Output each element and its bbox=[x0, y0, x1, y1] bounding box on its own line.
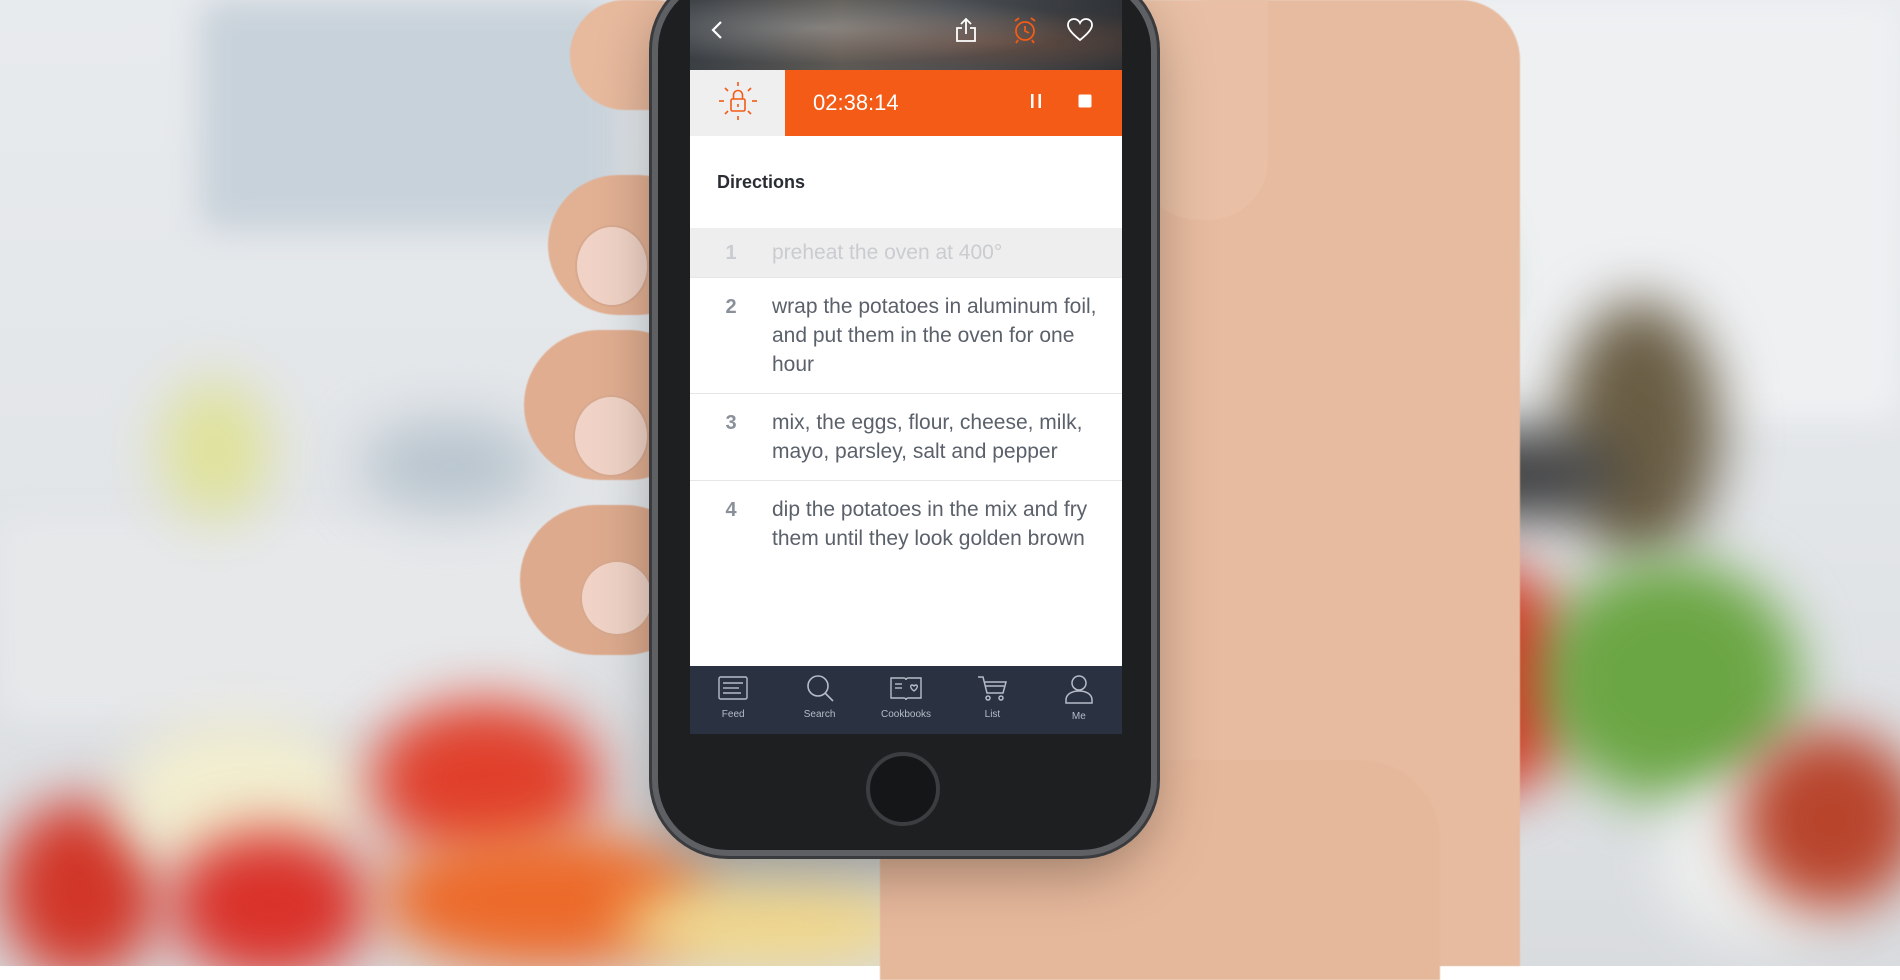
screen-lock-toggle[interactable] bbox=[690, 70, 785, 136]
direction-step[interactable]: 1 preheat the oven at 400° bbox=[690, 228, 1122, 278]
tab-label: Cookbooks bbox=[881, 709, 932, 720]
heart-icon[interactable] bbox=[1062, 12, 1098, 48]
timer-panel: 02:38:14 bbox=[785, 70, 1122, 136]
tab-list[interactable]: List bbox=[949, 666, 1035, 734]
lock-icon bbox=[716, 79, 760, 127]
cart-icon bbox=[976, 674, 1008, 706]
step-number: 4 bbox=[725, 499, 737, 521]
tab-label: List bbox=[984, 709, 1001, 720]
alarm-icon[interactable] bbox=[1007, 12, 1043, 48]
back-icon[interactable] bbox=[700, 12, 736, 48]
direction-step[interactable]: 4 dip the potatoes in the mix and fry th… bbox=[690, 481, 1122, 567]
share-icon[interactable] bbox=[948, 12, 984, 48]
step-text: preheat the oven at 400° bbox=[772, 241, 1003, 264]
step-number: 3 bbox=[725, 412, 737, 434]
search-icon bbox=[805, 674, 835, 706]
fingernail bbox=[580, 560, 654, 636]
tab-me[interactable]: Me bbox=[1036, 666, 1122, 734]
step-text: mix, the eggs, flour, cheese, milk, mayo… bbox=[772, 411, 1083, 463]
home-button[interactable] bbox=[866, 752, 940, 826]
tab-label: Feed bbox=[721, 709, 745, 720]
stop-icon bbox=[1077, 93, 1093, 113]
step-number: 2 bbox=[725, 296, 737, 318]
directions-heading: Directions bbox=[717, 172, 806, 192]
pause-icon bbox=[1029, 93, 1043, 113]
tab-cookbooks[interactable]: Cookbooks bbox=[863, 666, 949, 734]
tab-label: Search bbox=[803, 709, 836, 720]
step-text: wrap the potatoes in aluminum foil, and … bbox=[772, 295, 1097, 376]
step-text: dip the potatoes in the mix and fry them… bbox=[772, 498, 1088, 550]
timer-readout: 02:38:14 bbox=[813, 90, 899, 115]
tab-feed[interactable]: Feed bbox=[690, 666, 776, 734]
app-screen: 02:38:14 Directions 1 preheat the oven a… bbox=[690, 0, 1122, 734]
step-number: 1 bbox=[725, 242, 737, 264]
tab-label: Me bbox=[1071, 711, 1086, 722]
tab-search[interactable]: Search bbox=[776, 666, 862, 734]
direction-step[interactable]: 3 mix, the eggs, flour, cheese, milk, ma… bbox=[690, 394, 1122, 481]
pause-button[interactable] bbox=[1023, 90, 1049, 116]
direction-step[interactable]: 2 wrap the potatoes in aluminum foil, an… bbox=[690, 278, 1122, 394]
cooking-timer-bar: 02:38:14 bbox=[690, 70, 1122, 136]
recipe-photo bbox=[690, 0, 1122, 70]
directions-list: 1 preheat the oven at 400° 2 wrap the po… bbox=[690, 228, 1122, 567]
feed-icon bbox=[717, 674, 749, 706]
stop-button[interactable] bbox=[1072, 90, 1098, 116]
bottom-tab-bar: Feed Search Cookbooks List Me bbox=[690, 666, 1122, 734]
cookbook-icon bbox=[889, 674, 923, 706]
fingernail bbox=[575, 225, 649, 307]
user-icon bbox=[1064, 674, 1094, 708]
fingernail bbox=[573, 395, 649, 477]
thumb bbox=[1138, 0, 1268, 220]
